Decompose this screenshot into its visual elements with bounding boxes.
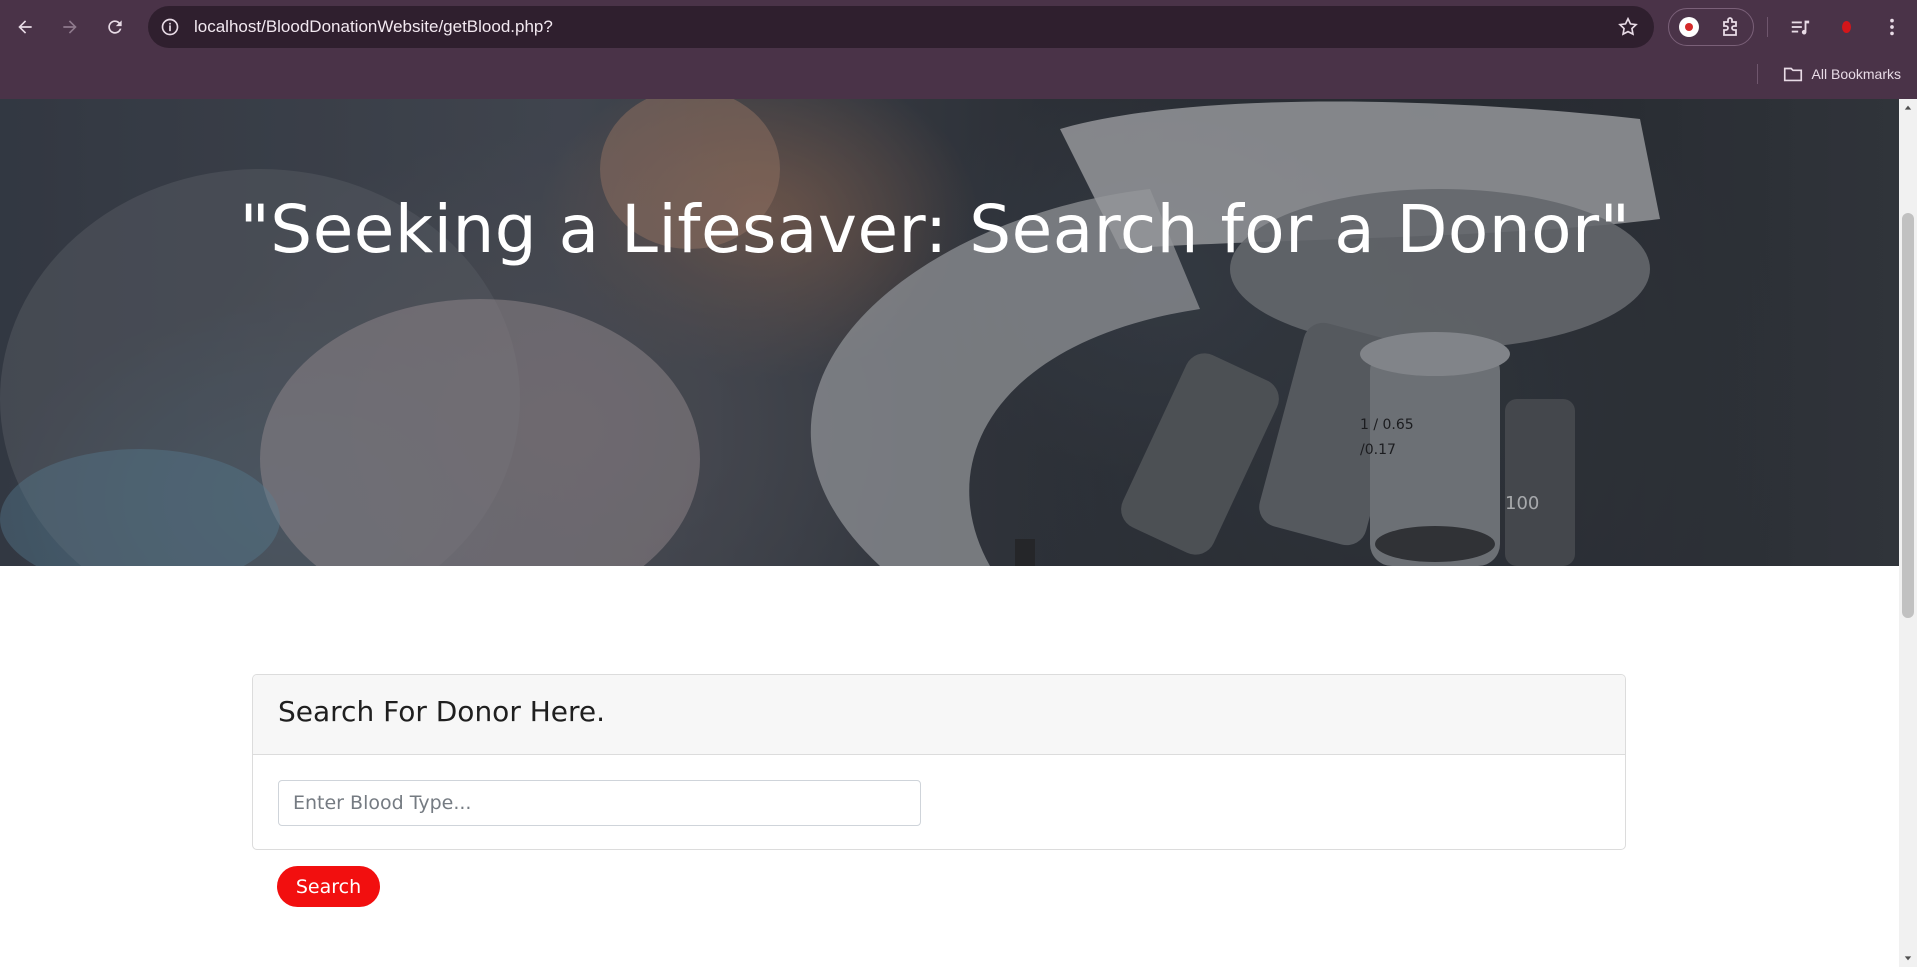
browser-toolbar: localhost/BloodDonationWebsite/getBlood.… xyxy=(0,0,1917,55)
toolbar-divider xyxy=(1767,17,1768,37)
recording-indicator-icon[interactable] xyxy=(1832,13,1860,41)
extensions-puzzle-icon[interactable] xyxy=(1719,16,1743,40)
reading-list-icon[interactable] xyxy=(1786,13,1814,41)
reload-button[interactable] xyxy=(99,11,131,43)
bookmarks-divider xyxy=(1757,64,1758,84)
back-arrow-icon xyxy=(18,20,32,34)
all-bookmarks-label: All Bookmarks xyxy=(1811,66,1901,82)
site-info-icon[interactable] xyxy=(158,15,182,39)
extensions-group xyxy=(1668,8,1754,46)
search-card: Search For Donor Here. xyxy=(252,674,1626,850)
forward-arrow-icon xyxy=(63,20,77,34)
forward-button[interactable] xyxy=(54,11,86,43)
more-menu-icon[interactable] xyxy=(1878,13,1906,41)
url-text[interactable]: localhost/BloodDonationWebsite/getBlood.… xyxy=(194,6,553,48)
reload-icon xyxy=(108,20,122,34)
hero-title: "Seeking a Lifesaver: Search for a Donor… xyxy=(239,191,1631,268)
search-card-header: Search For Donor Here. xyxy=(253,675,1625,755)
search-button[interactable]: Search xyxy=(277,866,380,907)
folder-icon xyxy=(1783,67,1802,82)
bookmark-star-icon[interactable] xyxy=(1616,15,1640,39)
scroll-down-arrow-icon[interactable] xyxy=(1899,949,1917,967)
scroll-up-arrow-icon[interactable] xyxy=(1899,99,1917,117)
browser-chrome: localhost/BloodDonationWebsite/getBlood.… xyxy=(0,0,1917,99)
blood-type-input[interactable] xyxy=(278,780,921,826)
page-scrollbar[interactable] xyxy=(1899,99,1917,967)
address-bar[interactable]: localhost/BloodDonationWebsite/getBlood.… xyxy=(148,6,1654,48)
hero-overlay xyxy=(0,99,1899,566)
back-button[interactable] xyxy=(9,11,41,43)
search-card-title: Search For Donor Here. xyxy=(278,695,606,728)
hero-banner: 1 / 0.65 /0.17 100 "Seeking a Lifesaver:… xyxy=(0,99,1899,566)
record-extension-icon[interactable] xyxy=(1679,17,1699,37)
all-bookmarks[interactable]: All Bookmarks xyxy=(1782,61,1901,87)
scrollbar-thumb[interactable] xyxy=(1902,213,1914,618)
